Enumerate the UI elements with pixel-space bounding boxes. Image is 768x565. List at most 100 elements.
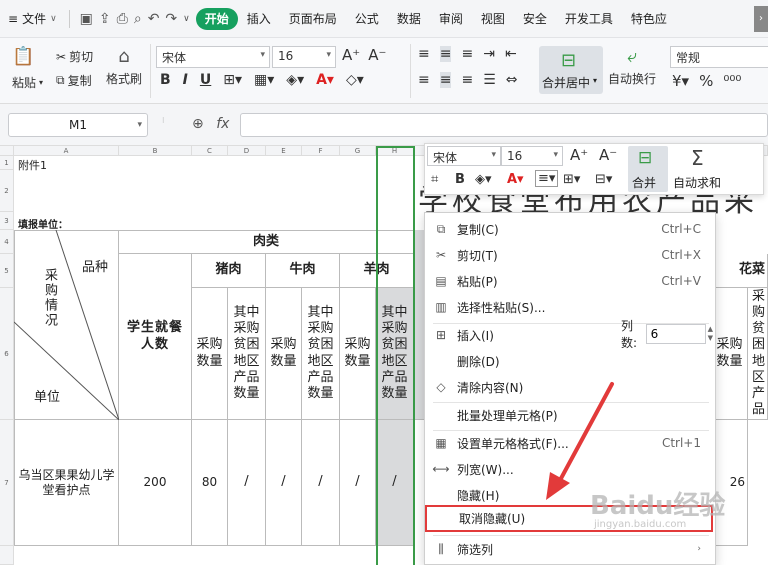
tab-developer[interactable]: 开发工具 [556,8,622,30]
border-icon[interactable]: ⊞▾ [563,172,580,187]
export-icon[interactable]: ⇪ [99,11,111,27]
row-header[interactable]: 4 [0,230,14,254]
print-icon[interactable]: ⎙ [117,11,128,27]
align-right-icon[interactable]: ≡ [461,72,473,88]
align-left-icon[interactable]: ≡ [418,72,430,88]
students-value-cell[interactable]: 200 [119,420,192,546]
beef-qty-cell[interactable]: / [266,420,302,546]
justify-icon[interactable]: ☰ [483,72,496,88]
format-painter-button[interactable]: ⌂ 格式刷 [106,46,142,87]
fill-color-icon[interactable]: ◈▾ [475,172,492,187]
row-header[interactable]: 7 [0,420,14,546]
wrap-text-button[interactable]: ⤶ 自动换行 [608,46,656,87]
zoom-icon[interactable]: ⊕ [192,116,204,132]
column-header[interactable]: D [228,146,266,156]
poor-qty-header[interactable]: 其中采购贫困地区产品数量 [376,288,414,420]
menu-item-cut[interactable]: ✂ 剪切(T) Ctrl+X [425,243,715,267]
align-top-icon[interactable]: ≡ [418,46,430,62]
meat-header[interactable]: 肉类 [119,230,414,254]
menu-item-insert[interactable]: ⊞ 插入(I) [425,323,621,347]
formula-input[interactable] [240,113,768,137]
tab-formulas[interactable]: 公式 [346,8,388,30]
eraser-icon[interactable]: ◇▾ [346,72,364,88]
column-header[interactable]: E [266,146,302,156]
row-header[interactable]: 3 [0,212,14,230]
distribute-icon[interactable]: ⇔ [506,72,518,88]
row-header[interactable]: 5 [0,254,14,288]
bold-icon[interactable]: B [455,172,465,187]
tab-insert[interactable]: 插入 [238,8,280,30]
align-center-icon[interactable]: ≡ [439,72,452,88]
decrease-font-icon[interactable]: A⁻ [368,46,386,64]
qty-header[interactable]: 采购数量 [340,288,376,420]
print-preview-icon[interactable]: ⌕ [134,11,142,27]
stepper-arrows[interactable]: ▲ ▼ [708,325,713,343]
tab-home[interactable]: 开始 [195,7,238,30]
name-box-menu-icon[interactable]: ⁝ [162,116,165,125]
paste-label-button[interactable]: 粘贴 ▾ [12,74,43,91]
mutton-poor-qty-cell[interactable]: / [376,420,414,546]
qty-header[interactable]: 采购数量 [192,288,228,420]
increase-font-icon[interactable]: A⁺ [570,146,588,164]
align-icon[interactable]: ≡▾ [535,170,559,187]
menu-item-copy[interactable]: ⧉ 复制(C) Ctrl+C [425,217,715,241]
menu-item-filter-column[interactable]: ⫼ 筛选列 › [425,537,715,561]
poor-qty-header[interactable]: 其中采购贫困地区产品数量 [302,288,340,420]
font-name-select[interactable]: 宋体 ▾ [427,146,501,166]
menu-item-paste-special[interactable]: ▥ 选择性粘贴(S)... [425,295,715,319]
beef-poor-qty-cell[interactable]: / [302,420,340,546]
increase-font-icon[interactable]: A⁺ [342,46,360,64]
tab-data[interactable]: 数据 [388,8,430,30]
pork-poor-qty-cell[interactable]: / [228,420,266,546]
currency-icon[interactable]: ¥▾ [672,72,689,90]
chevron-down-icon[interactable]: ▼ [708,334,713,343]
menu-item-paste[interactable]: ▤ 粘贴(P) Ctrl+V [425,269,715,293]
thousands-icon[interactable]: ⁰⁰⁰ [723,72,741,90]
copy-button[interactable]: ⧉ 复制 [56,72,92,89]
font-name-select[interactable]: 宋体 ▾ [156,46,270,68]
cell-style-icon[interactable]: ⊟▾ [595,172,612,187]
column-header[interactable]: G [340,146,376,156]
merge-button[interactable]: ⊟ 合并 [628,146,668,192]
format-cells-icon[interactable]: ⌗ [431,172,438,187]
column-header[interactable]: A [14,146,119,156]
merge-center-button[interactable]: ⊟ 合并居中 ▾ [539,46,603,94]
italic-icon[interactable]: I [183,72,188,88]
qty-header[interactable]: 采购数量 [266,288,302,420]
undo-icon[interactable]: ↶ [148,11,160,27]
row-header[interactable]: 6 [0,288,14,420]
menu-item-delete[interactable]: 删除(D) [425,349,715,373]
paste-button[interactable]: 📋 [12,46,34,67]
align-bottom-icon[interactable]: ≡ [461,46,473,62]
redo-icon[interactable]: ↷ [165,11,177,27]
vegetables-header[interactable]: 花菜 [716,254,768,288]
row-header[interactable]: 1 [0,156,14,170]
percent-icon[interactable]: % [699,72,713,90]
fx-icon[interactable]: fx [216,116,229,132]
students-header[interactable]: 学生就餐人数 [119,254,192,420]
save-icon[interactable]: ▣ [80,11,93,27]
bold-icon[interactable]: B [160,72,171,88]
autosum-button[interactable]: Σ 自动求和 [673,146,735,192]
poor-qty-header[interactable]: 其中采购贫困地区产品数量 [748,288,768,420]
column-header[interactable]: F [302,146,340,156]
column-count-input[interactable] [645,324,706,344]
tab-review[interactable]: 审阅 [430,8,472,30]
cut-button[interactable]: ✂ 剪切 [56,48,93,65]
qty-header[interactable]: 采购数量 [712,288,748,420]
outdent-icon[interactable]: ⇤ [505,46,517,62]
font-size-select[interactable]: 16 ▾ [272,46,336,68]
tab-page-layout[interactable]: 页面布局 [280,8,346,30]
underline-icon[interactable]: U [200,72,211,88]
decrease-font-icon[interactable]: A⁻ [599,146,617,164]
fill-color-icon[interactable]: ◈▾ [286,72,304,88]
align-middle-icon[interactable]: ≡ [439,46,452,62]
vegetables-qty-cell[interactable]: 26 [712,420,748,546]
chevron-up-icon[interactable]: ▲ [708,325,713,334]
select-all-corner[interactable] [0,146,14,156]
pork-header[interactable]: 猪肉 [192,254,266,288]
tab-security[interactable]: 安全 [514,8,556,30]
chevron-down-icon[interactable]: ∨ [183,14,190,24]
cell-style-icon[interactable]: ▦▾ [254,72,274,88]
name-box[interactable]: M1 ▾ [8,113,148,137]
